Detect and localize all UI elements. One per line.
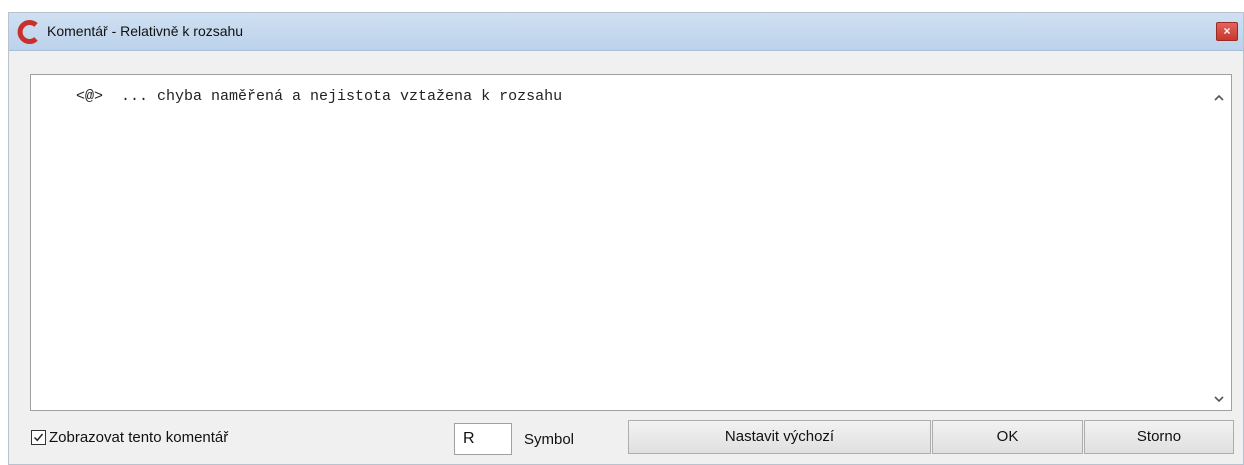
cancel-button[interactable]: Storno [1084, 420, 1234, 454]
title-bar[interactable]: Komentář - Relativně k rozsahu × [9, 13, 1243, 51]
window-title: Komentář - Relativně k rozsahu [47, 23, 244, 39]
ok-button[interactable]: OK [932, 420, 1083, 454]
symbol-label: Symbol [524, 431, 575, 448]
symbol-input[interactable] [454, 423, 512, 455]
app-logo-icon [17, 20, 41, 44]
chevron-up-icon[interactable] [1212, 91, 1226, 105]
show-comment-label: Zobrazovat tento komentář [49, 429, 229, 446]
comment-dialog: Komentář - Relativně k rozsahu × <@> ...… [8, 12, 1244, 465]
set-default-button[interactable]: Nastavit výchozí [628, 420, 931, 454]
checkmark-icon [33, 433, 44, 442]
show-comment-checkbox[interactable]: Zobrazovat tento komentář [31, 429, 228, 446]
close-icon: × [1223, 24, 1231, 38]
checkbox-box[interactable] [31, 430, 46, 445]
comment-text: <@> ... chyba naměřená a nejistota vztaž… [76, 88, 563, 105]
dialog-footer: Zobrazovat tento komentář Symbol Nastavi… [9, 415, 1243, 461]
close-button[interactable]: × [1216, 22, 1238, 41]
chevron-down-icon[interactable] [1212, 392, 1226, 406]
comment-text-area[interactable]: <@> ... chyba naměřená a nejistota vztaž… [30, 74, 1232, 411]
